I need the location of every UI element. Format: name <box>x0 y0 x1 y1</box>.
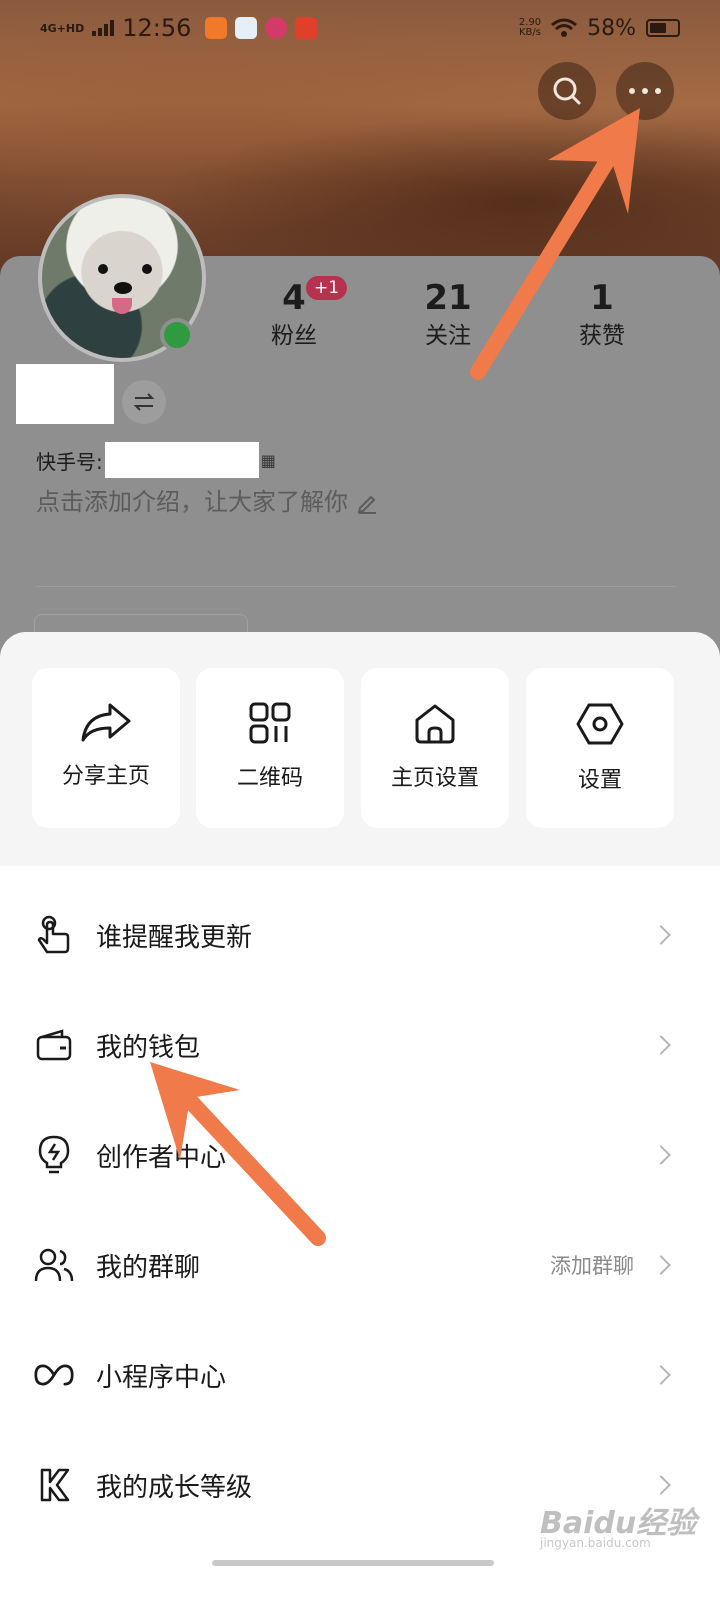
home-indicator[interactable] <box>212 1560 494 1566</box>
qr-code-icon <box>249 702 291 744</box>
mini-program-icon <box>34 1364 74 1386</box>
more-dots-icon <box>629 88 661 94</box>
network-indicator: 4G+HD <box>40 21 85 35</box>
app-notify-icon <box>235 17 258 39</box>
battery-percent: 58% <box>587 15 636 41</box>
menu-my-group-chats[interactable]: 我的群聊 添加群聊 <box>0 1210 720 1320</box>
battery-icon <box>646 19 680 37</box>
edit-pencil-icon <box>357 495 376 514</box>
share-icon <box>81 703 131 742</box>
menu-who-reminds-me[interactable]: 谁提醒我更新 <box>0 880 720 990</box>
new-fans-badge: +1 <box>306 276 348 300</box>
chevron-right-icon <box>651 1255 671 1275</box>
switch-account-button[interactable] <box>122 380 166 424</box>
k-level-icon <box>40 1468 70 1502</box>
app-notify-icon <box>295 17 318 39</box>
net-speed: 2.90 KB/s <box>518 17 542 38</box>
kuaishou-id-label: 快手号: <box>36 449 103 474</box>
baidu-watermark-url: jingyan.baidu.com <box>540 1536 651 1550</box>
menu-my-wallet[interactable]: 我的钱包 <box>0 990 720 1100</box>
kuaishou-notify-icon <box>205 17 228 39</box>
stat-following[interactable]: 21 关注 <box>388 276 508 352</box>
chevron-right-icon <box>651 1475 671 1495</box>
settings-hex-icon <box>576 703 624 745</box>
chevron-right-icon <box>651 1145 671 1165</box>
wallet-icon <box>36 1029 72 1061</box>
quick-qr-code[interactable]: 二维码 <box>196 668 344 828</box>
home-settings-icon <box>415 704 455 744</box>
quick-home-settings[interactable]: 主页设置 <box>361 668 509 828</box>
chevron-right-icon <box>651 1365 671 1385</box>
quick-share-profile[interactable]: 分享主页 <box>32 668 180 828</box>
chevron-right-icon <box>651 925 671 945</box>
kuaishou-id-redacted <box>104 442 259 478</box>
stat-fans[interactable]: 4 粉丝 +1 <box>234 276 354 352</box>
quick-settings[interactable]: 设置 <box>526 668 674 828</box>
signal-icon <box>92 20 115 36</box>
search-button[interactable] <box>538 62 596 120</box>
wifi-icon <box>551 18 578 37</box>
add-group-chat-link[interactable]: 添加群聊 <box>550 1250 634 1280</box>
swap-arrows-icon <box>133 393 155 411</box>
app-notify-icon <box>265 17 288 39</box>
status-bar: 4G+HD 12:56 2.90 KB/s 58% <box>0 0 720 56</box>
group-icon <box>34 1248 74 1282</box>
clock: 12:56 <box>122 14 192 42</box>
lightbulb-icon <box>38 1135 70 1174</box>
search-icon <box>553 77 581 105</box>
stat-likes[interactable]: 1 获赞 <box>542 276 662 352</box>
intro-placeholder[interactable]: 点击添加介绍，让大家了解你 <box>36 482 378 517</box>
tap-hand-icon <box>37 915 70 954</box>
online-status-dot <box>160 318 194 352</box>
kuaishou-id-row[interactable]: 快手号: ▦ <box>36 442 276 478</box>
qr-mini-icon: ▦ <box>260 450 276 470</box>
divider <box>36 586 676 587</box>
menu-mini-program-center[interactable]: 小程序中心 <box>0 1320 720 1430</box>
username-redacted <box>16 364 114 424</box>
chevron-right-icon <box>651 1035 671 1055</box>
more-button[interactable] <box>616 62 674 120</box>
menu-creator-center[interactable]: 创作者中心 <box>0 1100 720 1210</box>
